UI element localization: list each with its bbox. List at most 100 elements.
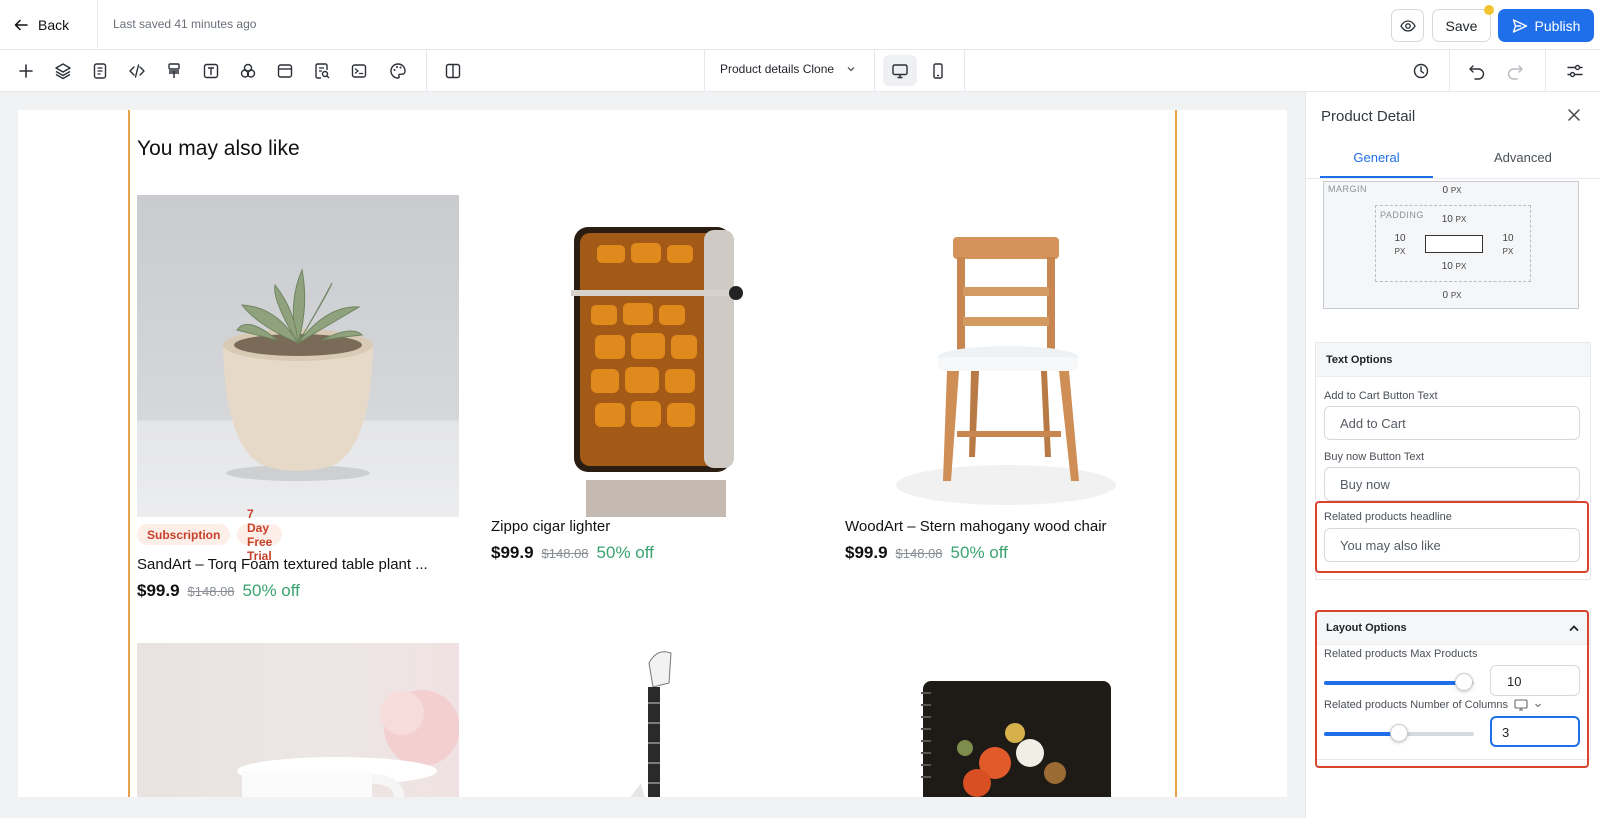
- product-image[interactable]: [137, 195, 459, 517]
- unit-label: PX: [1450, 186, 1462, 195]
- section-guide-right: [1175, 110, 1177, 797]
- unit-label: PX: [1455, 262, 1467, 271]
- original-price: $148.08: [187, 584, 235, 599]
- section-guide-left: [128, 110, 130, 797]
- editor-toolbar: Product details Clone: [0, 50, 1600, 92]
- properties-panel: Product Detail General Advanced MARGIN 0…: [1305, 92, 1600, 818]
- terminal-icon[interactable]: [347, 59, 371, 83]
- unit-label: PX: [1455, 215, 1467, 224]
- margin-bottom-number: 0: [1442, 290, 1449, 301]
- padding-top-number: 10: [1441, 214, 1453, 225]
- page-canvas[interactable]: You may also like Subscription Day Free …: [18, 110, 1287, 797]
- close-icon[interactable]: [1566, 107, 1582, 123]
- plant-pot-illustration: [223, 268, 373, 481]
- highlight-box: [1315, 610, 1589, 768]
- paint-roller-icon[interactable]: [162, 59, 186, 83]
- product-name[interactable]: SandArt – Torq Foam textured table plant…: [137, 556, 428, 573]
- add-to-cart-text-input[interactable]: Add to Cart: [1324, 406, 1580, 440]
- margin-label: MARGIN: [1328, 184, 1367, 194]
- guitar-illustration: [630, 651, 672, 797]
- padding-left-value[interactable]: 10 PX: [1384, 232, 1416, 258]
- divider: [1449, 50, 1450, 92]
- send-icon: [1512, 18, 1527, 33]
- current-price: $99.9: [845, 543, 888, 562]
- code-icon[interactable]: [125, 59, 149, 83]
- settings-sliders-icon[interactable]: [1563, 59, 1587, 83]
- desktop-view-button[interactable]: [883, 55, 917, 86]
- current-price: $99.9: [491, 543, 534, 562]
- components-icon[interactable]: [236, 59, 260, 83]
- product-image[interactable]: [845, 195, 1167, 517]
- divider: [874, 50, 875, 92]
- unit-label: PX: [1502, 247, 1514, 256]
- margin-top-value[interactable]: 0 PX: [1434, 185, 1470, 196]
- history-icon[interactable]: [1409, 59, 1433, 83]
- lighter-illustration: [571, 227, 743, 517]
- discount-label: 50% off: [596, 543, 654, 562]
- content-box: [1425, 235, 1483, 253]
- back-label: Back: [38, 17, 70, 33]
- related-products-headline[interactable]: You may also like: [137, 137, 300, 161]
- publish-button[interactable]: Publish: [1498, 9, 1594, 42]
- product-image[interactable]: [491, 643, 813, 797]
- chair-illustration: [896, 237, 1116, 505]
- publish-label: Publish: [1534, 17, 1581, 34]
- preview-button[interactable]: [1391, 9, 1424, 42]
- padding-top-value[interactable]: 10 PX: [1434, 214, 1474, 225]
- original-price: $148.08: [541, 546, 589, 561]
- margin-bottom-value[interactable]: 0 PX: [1434, 290, 1470, 301]
- free-trial-badge: 7 Day Free Trial: [237, 507, 283, 563]
- divider: [704, 50, 705, 92]
- save-button[interactable]: Save: [1432, 9, 1491, 42]
- notification-dot: [1484, 5, 1494, 15]
- layers-icon[interactable]: [51, 59, 75, 83]
- product-image[interactable]: [137, 643, 459, 797]
- product-image[interactable]: [491, 195, 813, 517]
- notebook-illustration: [921, 681, 1111, 797]
- text-icon[interactable]: [199, 59, 223, 83]
- padding-right-value[interactable]: 10 PX: [1492, 232, 1524, 258]
- buy-now-text-input[interactable]: Buy now: [1324, 467, 1580, 501]
- padding-right-number: 10: [1502, 233, 1514, 244]
- panel-title: Product Detail: [1321, 108, 1416, 125]
- padding-bottom-number: 10: [1441, 261, 1453, 272]
- padding-bottom-value[interactable]: 10 PX: [1434, 261, 1474, 272]
- product-price: $99.9 $148.08 50% off: [491, 543, 654, 563]
- add-icon[interactable]: [14, 59, 38, 83]
- arrow-left-icon: [14, 19, 28, 31]
- chevron-down-icon: [847, 67, 855, 72]
- page-selector[interactable]: Product details Clone: [720, 62, 856, 76]
- add-to-cart-label: Add to Cart Button Text: [1324, 390, 1438, 402]
- margin-top-number: 0: [1442, 185, 1449, 196]
- divider: [964, 50, 965, 92]
- search-doc-icon[interactable]: [310, 59, 334, 83]
- product-image[interactable]: [845, 643, 1167, 797]
- subscription-badge: Subscription: [137, 524, 231, 545]
- divider: [97, 0, 98, 48]
- padding-box: PADDING 10 PX 10 PX 10 PX 10 PX: [1375, 205, 1531, 282]
- layout-icon[interactable]: [273, 59, 297, 83]
- undo-icon[interactable]: [1465, 59, 1489, 83]
- buy-now-label: Buy now Button Text: [1324, 451, 1425, 463]
- original-price: $148.08: [895, 546, 943, 561]
- tab-general[interactable]: General: [1320, 150, 1433, 165]
- discount-label: 50% off: [950, 543, 1008, 562]
- discount-label: 50% off: [242, 581, 300, 600]
- product-name[interactable]: Zippo cigar lighter: [491, 518, 610, 535]
- text-options-title[interactable]: Text Options: [1316, 343, 1590, 377]
- page-selector-label: Product details Clone: [720, 62, 835, 76]
- padding-label: PADDING: [1380, 210, 1424, 220]
- back-button[interactable]: Back: [14, 14, 69, 36]
- columns-icon[interactable]: [441, 59, 465, 83]
- redo-icon[interactable]: [1503, 59, 1527, 83]
- tab-advanced[interactable]: Advanced: [1494, 150, 1552, 165]
- top-bar: Back Last saved 41 minutes ago Save Publ…: [0, 0, 1600, 50]
- mobile-view-button[interactable]: [921, 55, 955, 86]
- page-icon[interactable]: [88, 59, 112, 83]
- product-name[interactable]: WoodArt – Stern mahogany wood chair: [845, 518, 1107, 535]
- product-price: $99.9 $148.08 50% off: [137, 581, 300, 601]
- palette-icon[interactable]: [386, 59, 410, 83]
- divider: [1545, 50, 1546, 92]
- product-price: $99.9 $148.08 50% off: [845, 543, 1008, 563]
- padding-left-number: 10: [1394, 233, 1406, 244]
